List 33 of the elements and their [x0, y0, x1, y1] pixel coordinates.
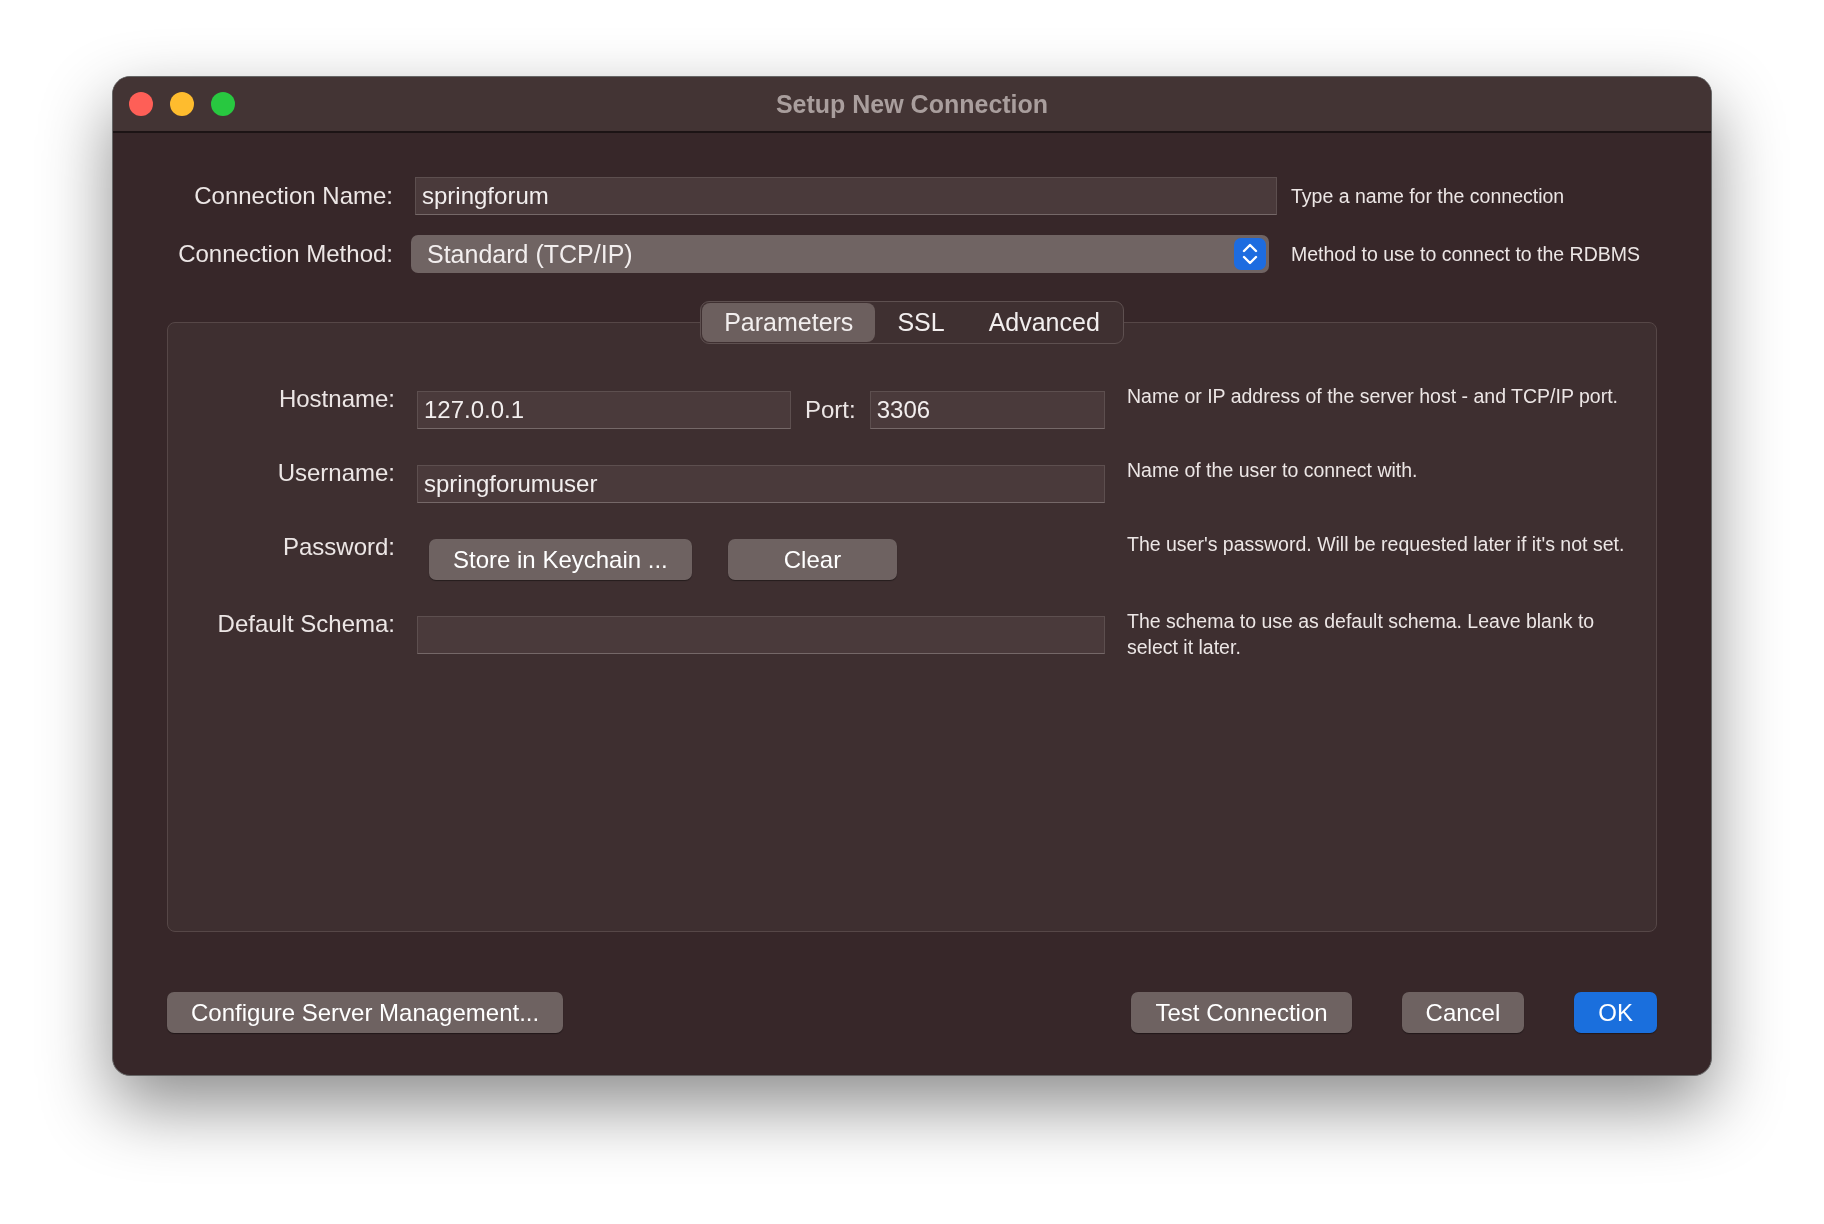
dropdown-select[interactable]: Standard (TCP/IP)	[411, 235, 1269, 273]
window-title: Setup New Connection	[775, 89, 1049, 118]
field-label: Password:	[281, 532, 395, 561]
zoom-icon[interactable]	[211, 92, 235, 116]
dialog-button[interactable]: Cancel	[1401, 992, 1525, 1033]
dialog-button[interactable]: Test Connection	[1131, 992, 1352, 1033]
action-button[interactable]: Clear	[727, 539, 898, 580]
tab[interactable]: SSL	[875, 303, 967, 342]
action-button[interactable]: Store in Keychain ...	[429, 539, 692, 580]
hint-text: Method to use to connect to the RDBMS	[1291, 242, 1642, 267]
minimize-icon[interactable]	[170, 92, 194, 116]
stepper-icon	[1234, 238, 1266, 270]
input-field[interactable]: 127.0.0.1	[417, 391, 791, 429]
input-field[interactable]: 3306	[869, 391, 1105, 429]
configure-button[interactable]: Configure Server Management...	[167, 992, 564, 1033]
close-icon[interactable]	[129, 92, 153, 116]
input-field[interactable]: springforum	[415, 177, 1277, 215]
tab[interactable]: Advanced	[966, 303, 1122, 342]
hint-text: The schema to use as default schema. Leave blank to select it later.	[1127, 609, 1596, 660]
hint-text: Name of the user to connect with.	[1127, 458, 1419, 483]
field-label: Connection Name:	[193, 182, 393, 210]
field-label: Port:	[805, 396, 856, 424]
field-label: Username:	[276, 458, 395, 487]
field-label: Connection Method:	[177, 240, 393, 268]
hint-text: Type a name for the connection	[1291, 184, 1566, 209]
field-label: Hostname:	[277, 384, 395, 413]
hint-text: The user's password. Will be requested later if it's not set.	[1127, 532, 1626, 557]
ok-button[interactable]: OK	[1574, 992, 1657, 1033]
input-field[interactable]	[417, 616, 1105, 654]
field-label: Default Schema:	[216, 609, 395, 638]
hint-text: Name or IP address of the server host - and TCP/IP port.	[1127, 384, 1619, 409]
tab[interactable]: Parameters	[702, 303, 876, 342]
input-field[interactable]: springforumuser	[417, 465, 1105, 503]
